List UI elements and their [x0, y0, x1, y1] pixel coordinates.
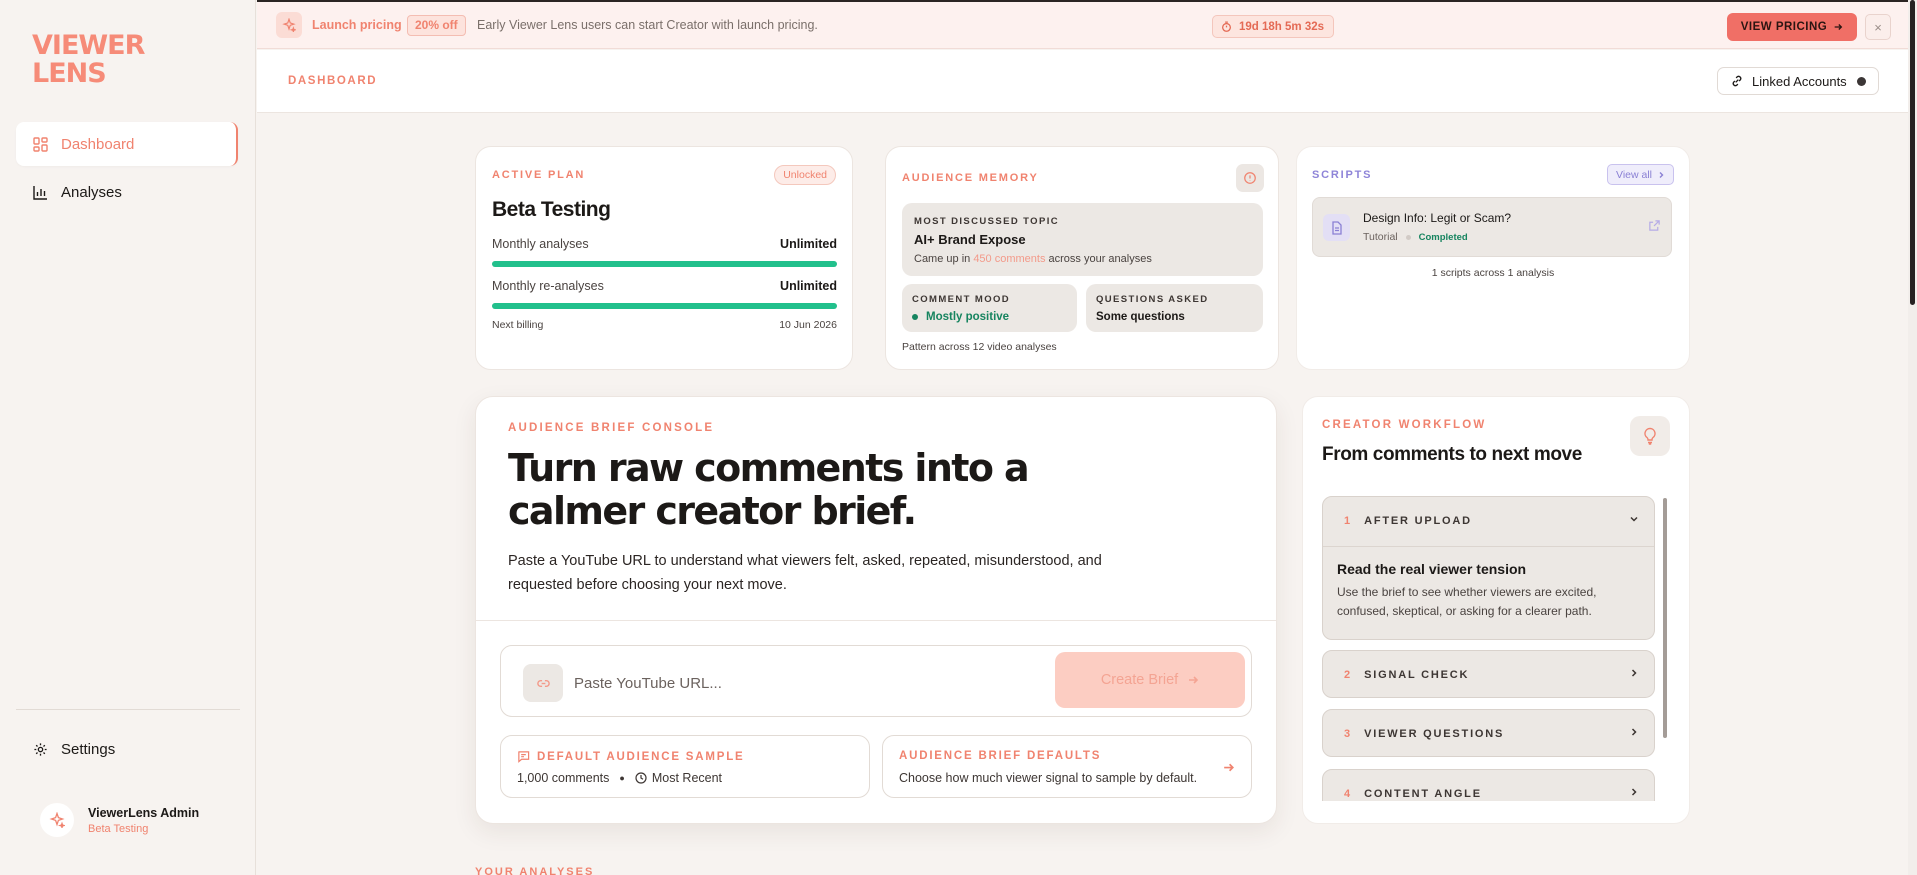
chevron-right-icon [1631, 788, 1637, 796]
gear-icon [32, 741, 48, 757]
sidebar-item-settings[interactable]: Settings [16, 727, 238, 771]
sparkle-icon [276, 12, 302, 38]
info-circle-icon [1244, 172, 1256, 184]
sidebar-item-analyses[interactable]: Analyses [16, 170, 238, 214]
page-title: DASHBOARD [288, 75, 378, 87]
close-banner-button[interactable]: × [1865, 14, 1891, 40]
banner-title: Launch pricing [312, 18, 402, 32]
card-eyebrow: AUDIENCE MEMORY [902, 172, 1039, 184]
account-status-dot [1856, 76, 1866, 86]
chevron-down-icon [1630, 516, 1638, 522]
workflow-steps: 1 AFTER UPLOAD Read the real viewer tensi… [1322, 496, 1682, 801]
sample-count: 1,000 comments [517, 771, 610, 785]
divider [476, 620, 1276, 621]
sparkle-icon [49, 812, 65, 828]
workflow-scrollbar[interactable] [1663, 498, 1667, 738]
most-discussed-topic-tile: MOST DISCUSSED TOPIC AI+ Brand Expose Ca… [902, 203, 1263, 276]
memory-footer: Pattern across 12 video analyses [902, 341, 1057, 353]
dashboard-icon [32, 136, 48, 152]
youtube-url-form: Create Brief [500, 645, 1252, 717]
usage-progress-bar [492, 303, 837, 309]
page-scrollbar[interactable] [1908, 0, 1917, 875]
comment-mood-tile: COMMENT MOOD Mostly positive [902, 284, 1077, 332]
status-badge: Completed [1418, 231, 1468, 243]
plan-name: Beta Testing [492, 198, 611, 221]
usage-row: Monthly re-analyses Unlimited [492, 279, 837, 293]
next-billing-row: Next billing 10 Jun 2026 [492, 319, 837, 331]
timer-icon [1222, 21, 1231, 32]
console-description: Paste a YouTube URL to understand what v… [508, 553, 1102, 593]
status-dot [912, 314, 918, 320]
workflow-title: From comments to next move [1322, 444, 1582, 465]
usage-row: Monthly analyses Unlimited [492, 237, 837, 251]
lightbulb-icon [1630, 416, 1670, 456]
link-icon [523, 664, 563, 702]
card-eyebrow: CREATOR WORKFLOW [1322, 419, 1487, 431]
avatar [40, 803, 74, 837]
sidebar-item-label: Settings [61, 740, 116, 758]
workflow-step[interactable]: 1 AFTER UPLOAD Read the real viewer tensi… [1322, 496, 1655, 640]
audience-brief-defaults[interactable]: AUDIENCE BRIEF DEFAULTS Choose how much … [882, 735, 1252, 798]
console-headline: Turn raw comments into a calmer creator … [508, 446, 1030, 533]
user-profile[interactable]: ViewerLens Admin Beta Testing [40, 803, 199, 837]
chevron-right-icon [1659, 171, 1664, 178]
your-analyses-heading: YOUR ANALYSES [475, 866, 595, 875]
countdown-timer: 19d 18h 5m 32s [1212, 15, 1335, 38]
workflow-step[interactable]: 3 VIEWER QUESTIONS [1322, 709, 1655, 757]
banner-text: Early Viewer Lens users can start Creato… [477, 18, 818, 32]
bar-chart-icon [32, 184, 48, 200]
sidebar-divider [16, 709, 240, 710]
clock-icon [635, 772, 647, 784]
card-eyebrow: SCRIPTS [1312, 169, 1373, 181]
external-link-icon[interactable] [1648, 219, 1661, 232]
sample-order: Most Recent [651, 771, 723, 785]
scripts-count: 1 scripts across 1 analysis [1431, 267, 1555, 279]
arrow-right-icon [1189, 676, 1199, 684]
sidebar-item-dashboard[interactable]: Dashboard [16, 122, 238, 166]
youtube-url-input[interactable] [574, 668, 1044, 698]
topic-name: AI+ Brand Expose [914, 232, 1026, 247]
usage-progress-bar [492, 261, 837, 267]
page-header: DASHBOARD Linked Accounts [257, 50, 1908, 113]
card-eyebrow: ACTIVE PLAN [492, 169, 586, 181]
arrow-right-icon [1224, 763, 1234, 772]
link-icon [1732, 75, 1742, 87]
sidebar: VIEWER LENS Dashboard Analyses Settings … [0, 0, 256, 875]
linked-accounts-button[interactable]: Linked Accounts [1717, 67, 1879, 95]
audience-brief-console: AUDIENCE BRIEF CONSOLE Turn raw comments… [475, 396, 1277, 824]
sidebar-item-label: Analyses [61, 183, 122, 201]
default-audience-sample[interactable]: DEFAULT AUDIENCE SAMPLE 1,000 comments ●… [500, 735, 870, 798]
sidebar-item-label: Dashboard [61, 135, 135, 153]
status-badge: Unlocked [774, 165, 836, 185]
active-plan-card: ACTIVE PLAN Unlocked Beta Testing Monthl… [475, 146, 853, 370]
user-plan: Beta Testing [88, 822, 149, 835]
script-title: Design Info: Legit or Scam? [1363, 211, 1512, 225]
scripts-card: SCRIPTS View all Design Info: Legit or S… [1296, 146, 1690, 370]
document-icon [1323, 214, 1350, 241]
user-name: ViewerLens Admin [88, 805, 200, 820]
close-icon: × [1874, 19, 1882, 35]
view-pricing-button[interactable]: VIEW PRICING [1727, 13, 1857, 41]
chevron-right-icon [1631, 728, 1637, 736]
creator-workflow-card: CREATOR WORKFLOW From comments to next m… [1302, 396, 1690, 824]
card-eyebrow: AUDIENCE BRIEF CONSOLE [508, 422, 715, 434]
discount-badge: 20% off [407, 15, 466, 36]
questions-asked-tile: QUESTIONS ASKED Some questions [1086, 284, 1263, 332]
scrollbar-thumb[interactable] [1910, 0, 1915, 305]
launch-pricing-banner: Launch pricing 20% off Early Viewer Lens… [257, 0, 1908, 49]
workflow-step[interactable]: 2 SIGNAL CHECK [1322, 650, 1655, 698]
message-icon [518, 751, 530, 763]
workflow-step[interactable]: 4 CONTENT ANGLE [1322, 769, 1655, 801]
memory-info-button[interactable] [1236, 164, 1264, 192]
create-brief-button[interactable]: Create Brief [1055, 652, 1245, 708]
arrow-right-icon [1834, 24, 1843, 30]
chevron-right-icon [1631, 669, 1637, 677]
brand-logo[interactable]: VIEWER LENS [32, 32, 145, 88]
view-all-button[interactable]: View all [1607, 164, 1674, 185]
audience-memory-card: AUDIENCE MEMORY MOST DISCUSSED TOPIC AI+… [885, 146, 1279, 370]
script-list-item[interactable]: Design Info: Legit or Scam? Tutorial Com… [1312, 197, 1672, 257]
